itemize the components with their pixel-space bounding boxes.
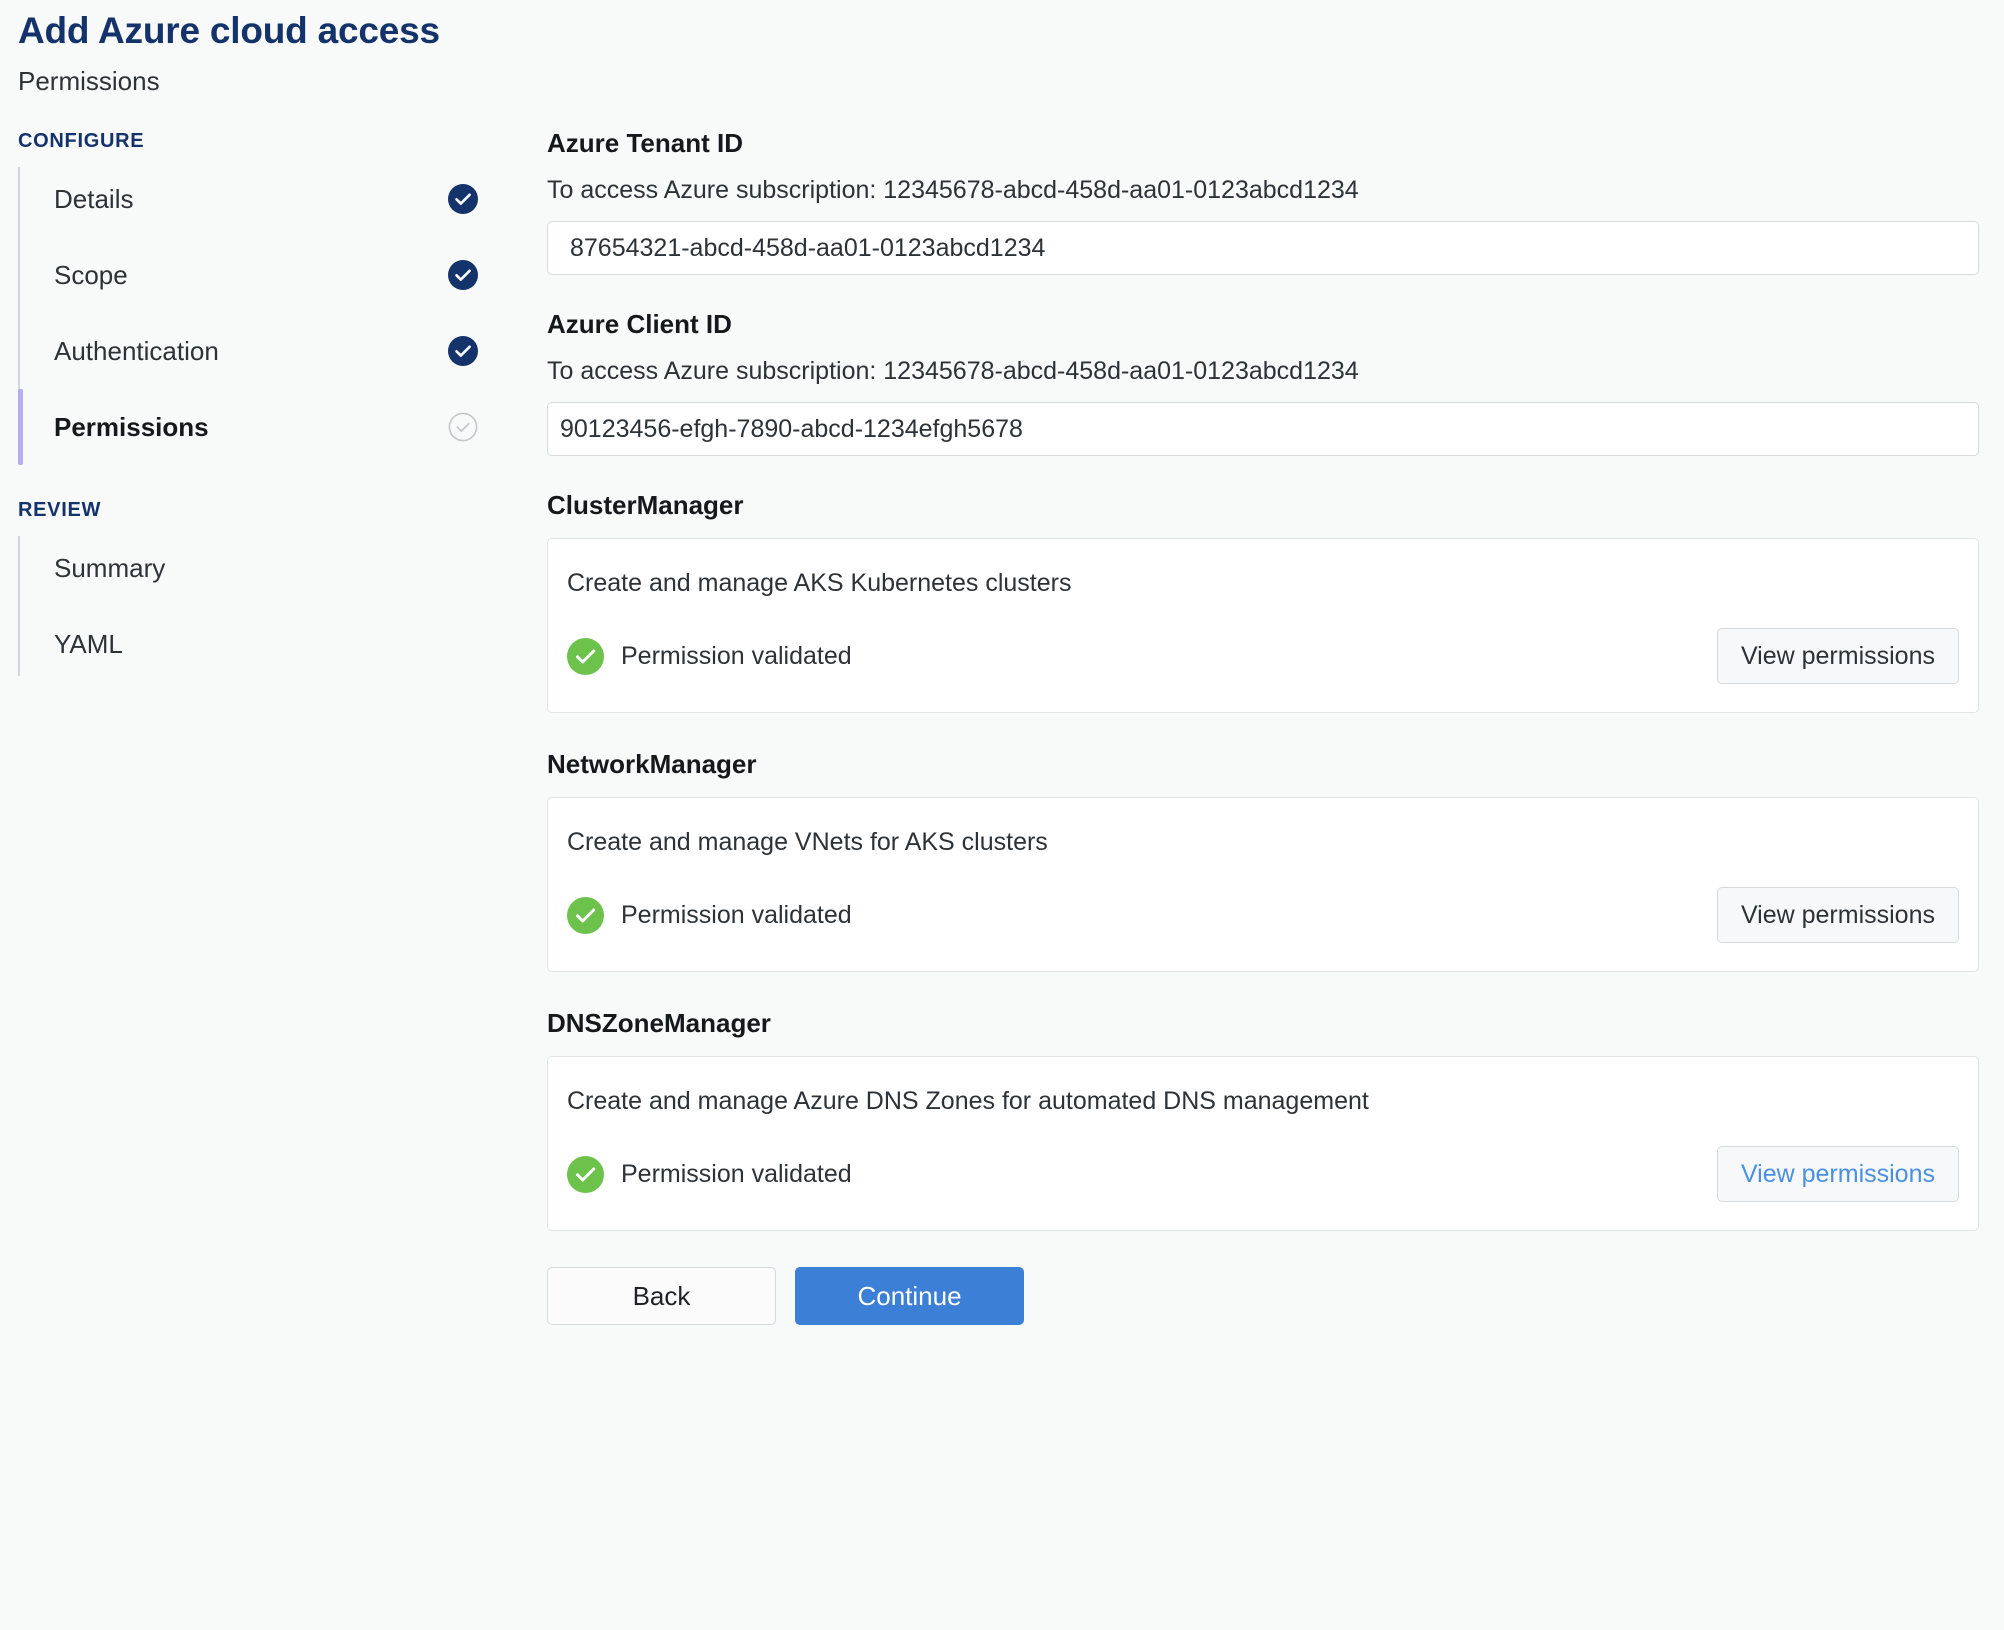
sidebar-group-label-review: REVIEW: [18, 499, 102, 521]
permission-status: Permission validated: [567, 896, 852, 934]
permission-card: Create and manage AKS Kubernetes cluster…: [547, 538, 1979, 713]
active-accent-bar: [18, 606, 23, 682]
sidebar-item-summary[interactable]: Summary: [18, 530, 500, 606]
active-accent-bar: [18, 237, 23, 313]
field-label: Azure Client ID: [547, 309, 732, 339]
view-permissions-button[interactable]: View permissions: [1716, 628, 1959, 684]
page-subtitle: Permissions: [18, 65, 160, 96]
permission-title: DNSZoneManager: [547, 1008, 771, 1038]
permission-card: Create and manage VNets for AKS clusters…: [547, 797, 1979, 972]
permission-description: Create and manage AKS Kubernetes cluster…: [567, 569, 1072, 597]
back-button[interactable]: Back: [547, 1267, 776, 1325]
permission-status-row: Permission validated View permissions: [567, 887, 1959, 943]
validated-check-icon: [567, 896, 604, 934]
permission-status-text: Permission validated: [621, 641, 852, 670]
check-circle-outline-icon: [448, 412, 478, 442]
sidebar-item-permissions[interactable]: Permissions: [18, 389, 500, 465]
permission-status-row: Permission validated View permissions: [567, 1146, 1959, 1202]
active-accent-bar: [18, 389, 23, 465]
permission-description: Create and manage Azure DNS Zones for au…: [567, 1087, 1369, 1115]
azure-tenant-id-input[interactable]: [547, 221, 1979, 275]
validated-check-icon: [567, 1155, 604, 1193]
permission-status: Permission validated: [567, 637, 852, 675]
sidebar-item-yaml[interactable]: YAML: [18, 606, 500, 682]
permissions-form: Azure Tenant ID To access Azure subscrip…: [547, 128, 1979, 1325]
permission-title: ClusterManager: [547, 490, 744, 520]
sidebar-item-authentication[interactable]: Authentication: [18, 313, 500, 389]
sidebar-items-configure: Details Scope Authentication Permissions: [0, 161, 500, 465]
wizard-footer: Back Continue: [547, 1267, 1979, 1325]
permission-block-networkmanager: NetworkManager Create and manage VNets f…: [547, 749, 1979, 972]
wizard-sidebar: CONFIGURE Details Scope Authentication P…: [0, 130, 500, 682]
field-help-text: To access Azure subscription: 12345678-a…: [547, 357, 1359, 385]
sidebar-group-review: REVIEW Summary YAML: [0, 499, 500, 682]
validated-check-icon: [567, 637, 604, 675]
page-title: Add Azure cloud access: [18, 10, 440, 51]
page-header: Add Azure cloud access Permissions: [18, 10, 440, 97]
permission-block-clustermanager: ClusterManager Create and manage AKS Kub…: [547, 490, 1979, 713]
continue-button[interactable]: Continue: [795, 1267, 1024, 1325]
check-circle-filled-icon: [448, 260, 478, 290]
permission-block-dnszonemanager: DNSZoneManager Create and manage Azure D…: [547, 1008, 1979, 1231]
active-accent-bar: [18, 161, 23, 237]
check-circle-filled-icon: [448, 336, 478, 366]
field-label: Azure Tenant ID: [547, 128, 743, 158]
add-azure-cloud-access-page: Add Azure cloud access Permissions CONFI…: [0, 0, 2004, 1630]
permission-description: Create and manage VNets for AKS clusters: [567, 828, 1048, 856]
permission-title: NetworkManager: [547, 749, 757, 779]
active-accent-bar: [18, 530, 23, 606]
active-accent-bar: [18, 313, 23, 389]
view-permissions-button[interactable]: View permissions: [1716, 1146, 1959, 1202]
field-help-text: To access Azure subscription: 12345678-a…: [547, 176, 1359, 204]
azure-client-id-input[interactable]: [547, 402, 1979, 456]
sidebar-item-details[interactable]: Details: [18, 161, 500, 237]
sidebar-item-scope[interactable]: Scope: [18, 237, 500, 313]
field-azure-tenant-id: Azure Tenant ID To access Azure subscrip…: [547, 128, 1979, 275]
sidebar-group-configure: CONFIGURE Details Scope Authentication P…: [0, 130, 500, 465]
sidebar-group-label-configure: CONFIGURE: [18, 130, 145, 152]
permission-status-text: Permission validated: [621, 900, 852, 929]
sidebar-item-label: Details: [54, 183, 134, 214]
permission-status: Permission validated: [567, 1155, 852, 1193]
check-circle-filled-icon: [448, 184, 478, 214]
sidebar-item-label: Permissions: [54, 411, 209, 442]
view-permissions-button[interactable]: View permissions: [1716, 887, 1959, 943]
sidebar-item-label: Summary: [54, 552, 166, 583]
permission-status-text: Permission validated: [621, 1159, 852, 1188]
permission-status-row: Permission validated View permissions: [567, 628, 1959, 684]
sidebar-item-label: Scope: [54, 259, 128, 290]
permission-card: Create and manage Azure DNS Zones for au…: [547, 1056, 1979, 1231]
field-azure-client-id: Azure Client ID To access Azure subscrip…: [547, 309, 1979, 456]
sidebar-items-review: Summary YAML: [0, 530, 500, 682]
sidebar-item-label: Authentication: [54, 335, 219, 366]
sidebar-item-label: YAML: [54, 628, 123, 659]
